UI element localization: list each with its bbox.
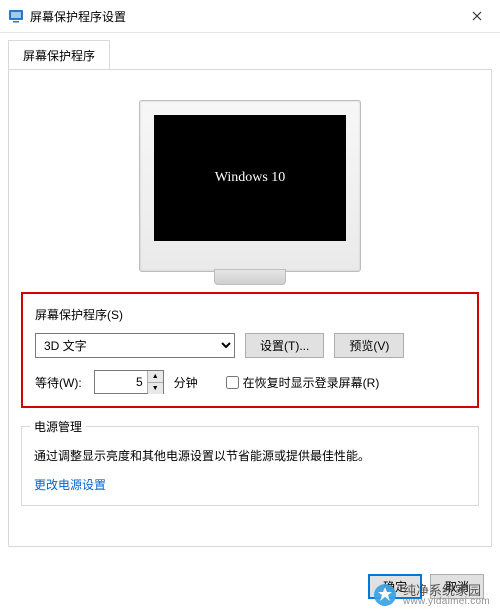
screensaver-select[interactable]: 3D 文字 xyxy=(35,333,235,358)
screen-text: Windows 10 xyxy=(215,170,286,186)
watermark-icon xyxy=(373,583,397,607)
monitor-screen: Windows 10 xyxy=(154,115,346,241)
tab-panel: Windows 10 屏幕保护程序(S) 3D 文字 设置(T)... 预览(V… xyxy=(8,69,492,547)
close-button[interactable] xyxy=(454,0,500,32)
screensaver-settings-dialog: 屏幕保护程序设置 屏幕保护程序 Windows 10 屏幕保护程序(S) 3D … xyxy=(0,0,500,613)
window-title: 屏幕保护程序设置 xyxy=(30,8,454,25)
watermark-name: 纯净系统家园 xyxy=(403,584,490,597)
tab-screensaver[interactable]: 屏幕保护程序 xyxy=(8,40,110,70)
monitor-frame: Windows 10 xyxy=(139,100,361,272)
app-icon xyxy=(8,8,24,24)
wait-label: 等待(W): xyxy=(35,374,82,391)
wait-input[interactable] xyxy=(95,371,147,393)
wait-unit: 分钟 xyxy=(174,374,198,391)
watermark: 纯净系统家园 www.yidaimei.com xyxy=(373,583,490,607)
preview-button[interactable]: 预览(V) xyxy=(334,333,404,358)
resume-login-checkbox[interactable] xyxy=(226,376,239,389)
change-power-settings-link[interactable]: 更改电源设置 xyxy=(34,478,106,492)
highlighted-region: 屏幕保护程序(S) 3D 文字 设置(T)... 预览(V) 等待(W): ▲ … xyxy=(21,292,479,408)
spin-down[interactable]: ▼ xyxy=(148,383,163,394)
resume-login-checkbox-label[interactable]: 在恢复时显示登录屏幕(R) xyxy=(226,374,380,391)
tab-strip: 屏幕保护程序 xyxy=(0,33,500,69)
saver-group-label: 屏幕保护程序(S) xyxy=(35,306,465,323)
titlebar: 屏幕保护程序设置 xyxy=(0,0,500,33)
watermark-url: www.yidaimei.com xyxy=(403,597,490,607)
power-group: 电源管理 通过调整显示亮度和其他电源设置以节省能源或提供最佳性能。 更改电源设置 xyxy=(21,426,479,506)
settings-button[interactable]: 设置(T)... xyxy=(245,333,324,358)
wait-spinner: ▲ ▼ xyxy=(94,370,164,394)
power-description: 通过调整显示亮度和其他电源设置以节省能源或提供最佳性能。 xyxy=(34,447,466,466)
resume-login-text: 在恢复时显示登录屏幕(R) xyxy=(243,374,380,391)
monitor-preview: Windows 10 xyxy=(21,100,479,272)
spin-up[interactable]: ▲ xyxy=(148,371,163,383)
power-group-label: 电源管理 xyxy=(30,418,86,435)
monitor-base xyxy=(214,269,286,285)
